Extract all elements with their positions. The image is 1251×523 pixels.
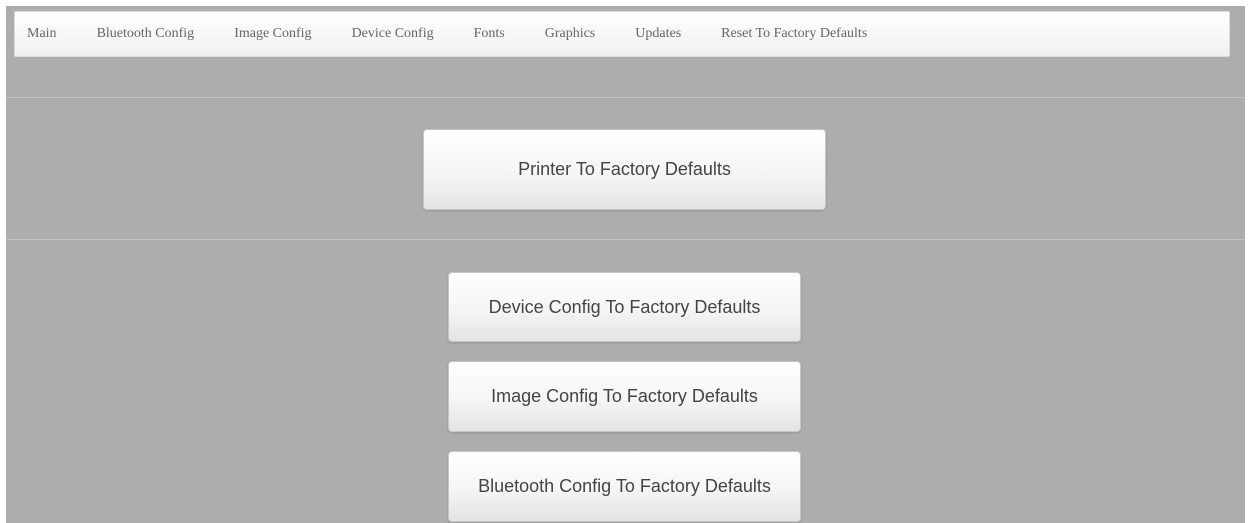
nav-item-image-config[interactable]: Image Config <box>234 26 311 42</box>
image-config-factory-defaults-button[interactable]: Image Config To Factory Defaults <box>448 361 801 432</box>
bluetooth-config-factory-defaults-button[interactable]: Bluetooth Config To Factory Defaults <box>448 451 801 522</box>
nav-item-fonts[interactable]: Fonts <box>474 26 505 42</box>
nav-item-main[interactable]: Main <box>27 26 57 42</box>
nav-item-updates[interactable]: Updates <box>635 26 681 42</box>
nav-item-reset-factory-defaults[interactable]: Reset To Factory Defaults <box>721 26 867 42</box>
nav-item-device-config[interactable]: Device Config <box>352 26 434 42</box>
device-config-factory-defaults-button[interactable]: Device Config To Factory Defaults <box>448 272 801 342</box>
nav-item-bluetooth-config[interactable]: Bluetooth Config <box>97 26 195 42</box>
section-divider <box>6 97 1245 98</box>
nav-item-graphics[interactable]: Graphics <box>545 26 596 42</box>
page-frame: Main Bluetooth Config Image Config Devic… <box>6 6 1245 523</box>
section-divider <box>6 239 1245 240</box>
top-navbar: Main Bluetooth Config Image Config Devic… <box>14 11 1230 57</box>
printer-factory-defaults-button[interactable]: Printer To Factory Defaults <box>423 129 826 210</box>
